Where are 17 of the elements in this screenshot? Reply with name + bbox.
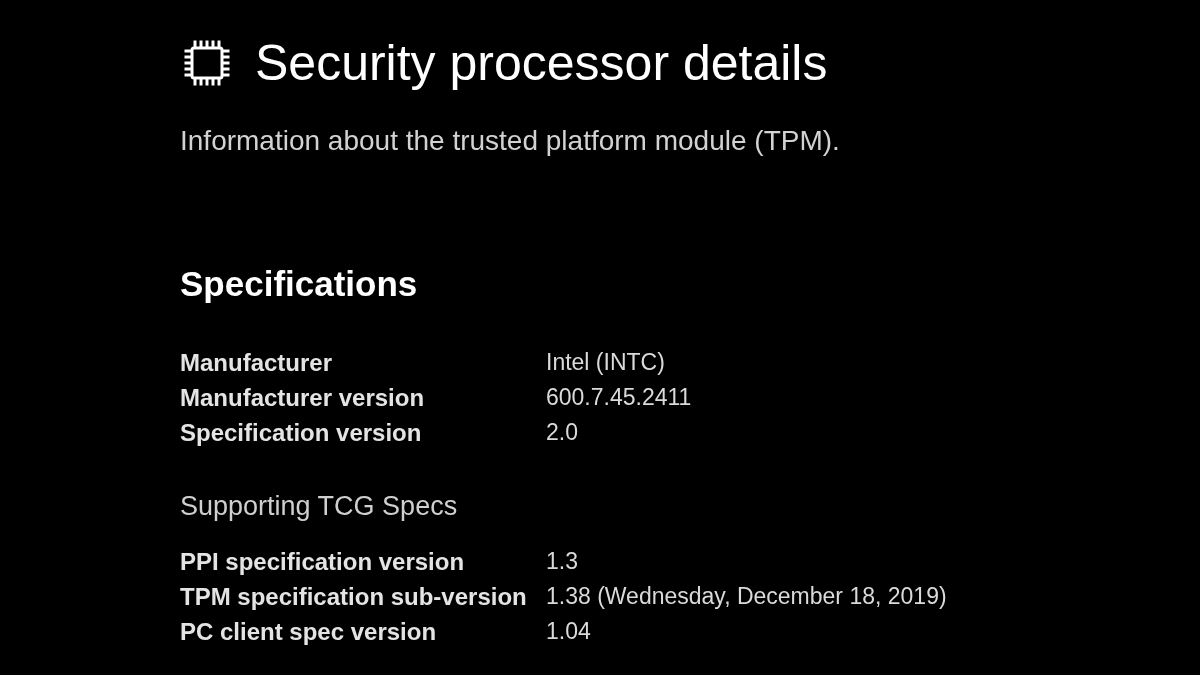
property-value: 1.3 <box>546 547 578 576</box>
property-label: TPM specification sub-version <box>180 582 527 612</box>
property-label: Manufacturer <box>180 348 333 378</box>
section-heading: Supporting TCG Specs <box>180 490 458 523</box>
property-label: PPI specification version <box>180 547 465 577</box>
property-value: 600.7.45.2411 <box>546 383 692 412</box>
property-label: Manufacturer version <box>180 383 425 413</box>
property-value: 1.38 (Wednesday, December 18, 2019) <box>546 582 947 611</box>
property-label: PC client spec version <box>180 617 437 647</box>
property-value: 1.04 <box>546 617 591 646</box>
section-heading: Specifications <box>180 264 418 304</box>
page-title: Security processor details <box>255 34 828 92</box>
property-value: 2.0 <box>546 418 578 447</box>
property-value: Intel (INTC) <box>546 348 665 377</box>
page-description: Information about the trusted platform module (TPM). <box>180 124 840 158</box>
property-label: Specification version <box>180 418 422 448</box>
chip-icon <box>183 39 231 87</box>
